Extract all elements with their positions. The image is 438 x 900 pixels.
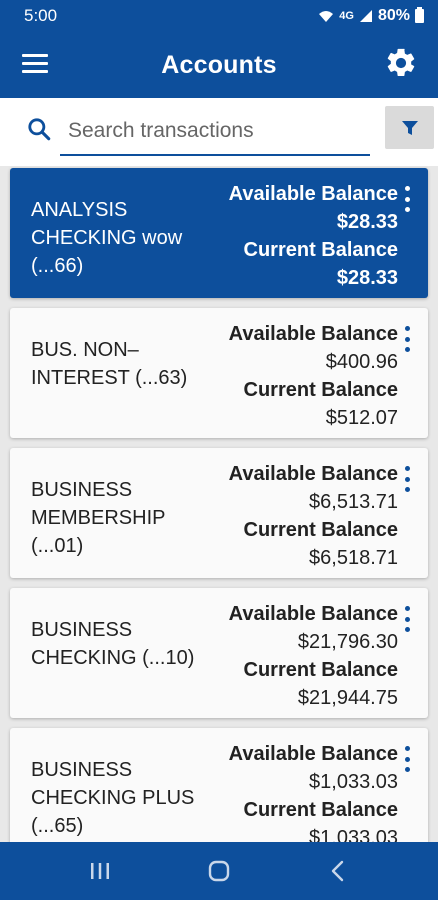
- signal-icon: [359, 10, 372, 22]
- search-bar: [0, 98, 438, 166]
- nav-back-button[interactable]: [308, 851, 368, 891]
- available-balance-label: Available Balance: [228, 603, 398, 625]
- current-balance-value: $21,944.75: [297, 687, 398, 709]
- battery-level: 80%: [377, 7, 410, 24]
- more-vert-icon[interactable]: [403, 606, 411, 632]
- account-card[interactable]: BUSINESS CHECKING (...10) Available Bala…: [10, 588, 428, 718]
- menu-button[interactable]: [22, 54, 48, 74]
- account-balances: Available Balance $1,033.03 Current Bala…: [229, 740, 398, 842]
- current-balance-label: Current Balance: [243, 379, 399, 401]
- page-title: Accounts: [161, 50, 277, 79]
- filter-icon: [401, 120, 418, 135]
- available-balance-value: $400.96: [325, 351, 398, 373]
- status-icons: 4G 80%: [318, 7, 424, 25]
- search-input[interactable]: [60, 108, 370, 156]
- current-balance-value: $6,518.71: [309, 547, 398, 569]
- current-balance-value: $28.33: [336, 267, 398, 289]
- more-vert-icon[interactable]: [403, 466, 411, 492]
- account-name: BUSINESS CHECKING (...10): [31, 619, 195, 669]
- account-balances: Available Balance $28.33 Current Balance…: [229, 180, 398, 292]
- settings-button[interactable]: [384, 46, 418, 80]
- nav-recents-button[interactable]: [70, 851, 130, 891]
- current-balance-label: Current Balance: [243, 239, 399, 261]
- more-vert-icon[interactable]: [403, 186, 411, 212]
- battery-icon: [415, 7, 424, 23]
- account-card[interactable]: ANALYSIS CHECKING wow (...66) Available …: [10, 168, 428, 298]
- account-card[interactable]: BUSINESS MEMBERSHIP (...01) Available Ba…: [10, 448, 428, 578]
- menu-icon: [22, 54, 48, 57]
- account-list: ANALYSIS CHECKING wow (...66) Available …: [0, 166, 438, 842]
- status-bar: 5:00 4G 80%: [0, 0, 438, 32]
- available-balance-value: $28.33: [336, 211, 398, 233]
- available-balance-label: Available Balance: [228, 183, 398, 205]
- available-balance-label: Available Balance: [228, 743, 398, 765]
- network-icon: 4G: [339, 10, 354, 22]
- account-card[interactable]: BUSINESS CHECKING PLUS (...65) Available…: [10, 728, 428, 842]
- account-balances: Available Balance $6,513.71 Current Bala…: [229, 460, 398, 572]
- account-balances: Available Balance $400.96 Current Balanc…: [229, 320, 398, 432]
- available-balance-value: $21,796.30: [297, 631, 398, 653]
- system-nav-bar: [0, 842, 438, 900]
- account-card[interactable]: BUS. NON–INTEREST (...63) Available Bala…: [10, 308, 428, 438]
- account-balances: Available Balance $21,796.30 Current Bal…: [229, 600, 398, 712]
- search-icon: [28, 118, 51, 141]
- more-vert-icon[interactable]: [403, 326, 411, 352]
- home-icon: [208, 860, 230, 882]
- account-name: BUSINESS MEMBERSHIP (...01): [31, 479, 166, 557]
- account-name: BUSINESS CHECKING PLUS (...65): [31, 759, 195, 837]
- nav-home-button[interactable]: [189, 851, 249, 891]
- app-bar: Accounts: [0, 32, 438, 98]
- current-balance-value: $1,033.03: [309, 827, 398, 842]
- more-vert-icon[interactable]: [403, 746, 411, 772]
- status-time: 5:00: [24, 6, 58, 25]
- current-balance-label: Current Balance: [243, 799, 399, 821]
- available-balance-value: $6,513.71: [309, 491, 398, 513]
- available-balance-value: $1,033.03: [309, 771, 398, 793]
- wifi-icon: [319, 11, 334, 22]
- account-name: BUS. NON–INTEREST (...63): [31, 339, 188, 389]
- current-balance-label: Current Balance: [243, 519, 399, 541]
- account-name: ANALYSIS CHECKING wow (...66): [31, 199, 183, 277]
- gear-icon: [387, 48, 415, 77]
- back-icon: [332, 860, 344, 882]
- available-balance-label: Available Balance: [228, 323, 398, 345]
- current-balance-value: $512.07: [325, 407, 398, 429]
- available-balance-label: Available Balance: [228, 463, 398, 485]
- filter-button[interactable]: [385, 106, 434, 149]
- recents-icon: [90, 863, 109, 879]
- current-balance-label: Current Balance: [243, 659, 399, 681]
